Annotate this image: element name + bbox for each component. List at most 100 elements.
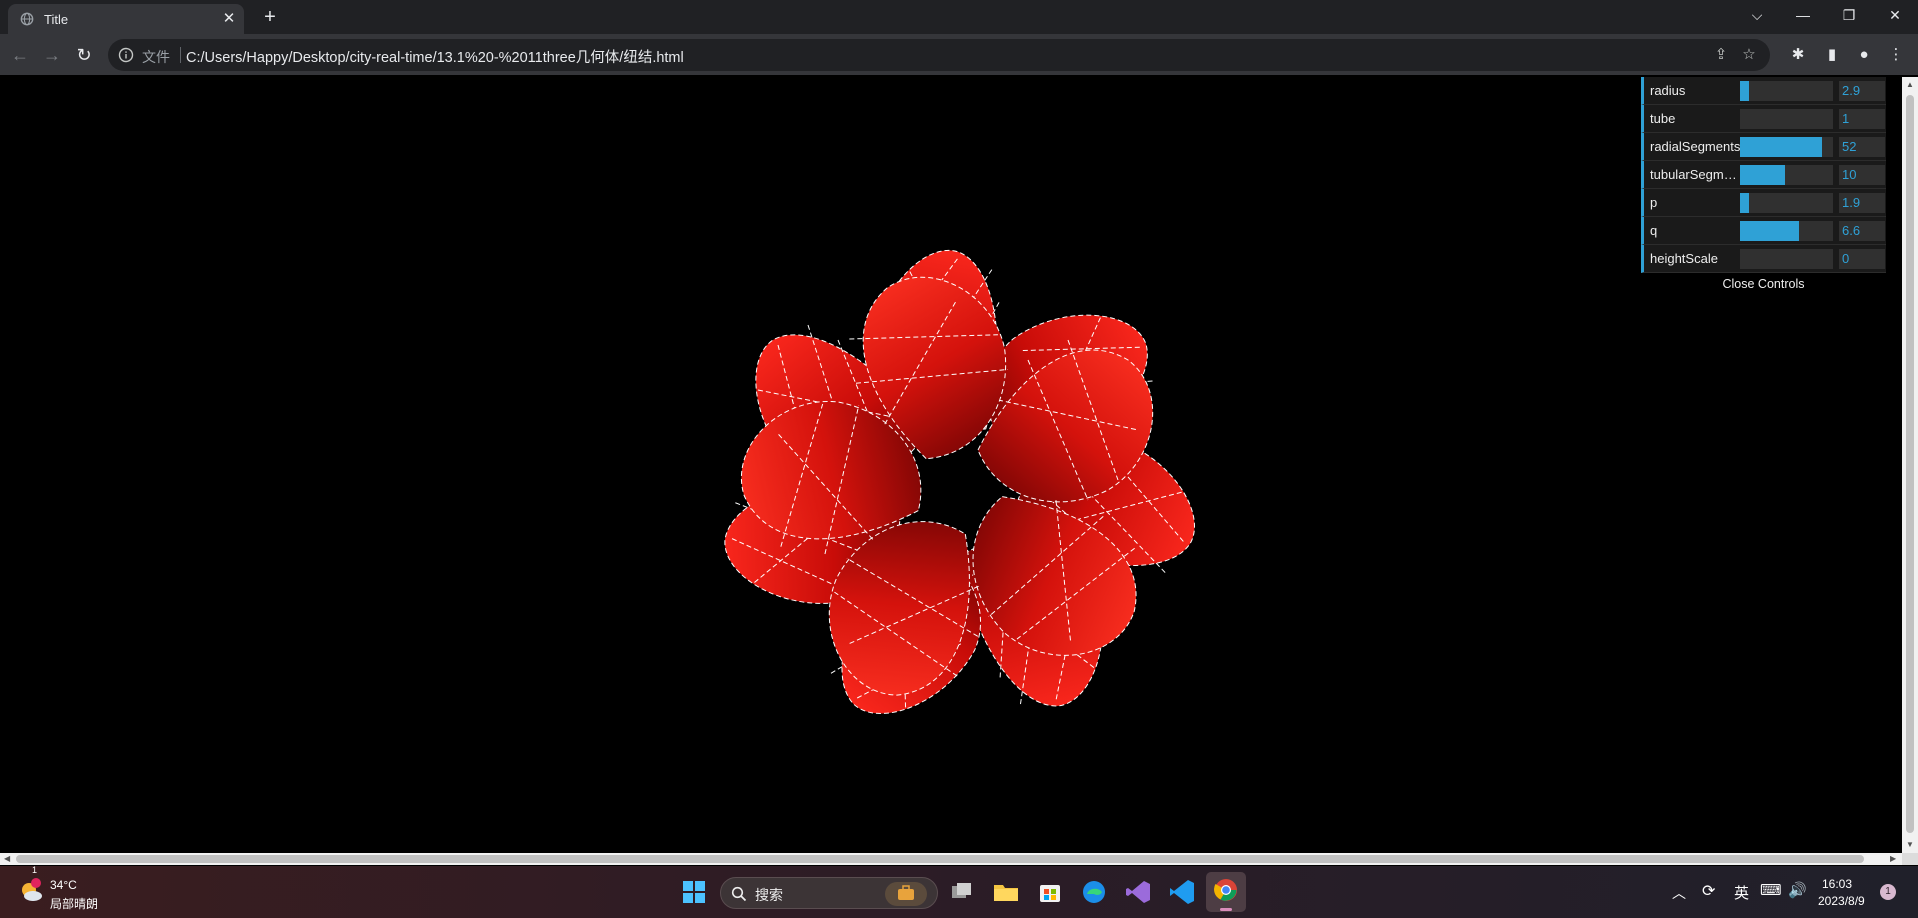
gui-label: tube (1650, 111, 1676, 126)
gui-number-input[interactable]: 2.9 (1839, 81, 1885, 101)
gui-row-q: q 6.6 (1641, 217, 1886, 245)
gui-label: heightScale (1650, 251, 1718, 266)
windows-taskbar: 1 34°C 局部晴朗 搜索 ︿ ⟳ 英 ⌨ 🔊 16:03 2023/8/9 … (0, 865, 1918, 918)
address-separator (180, 47, 181, 63)
gui-label: radius (1650, 83, 1686, 98)
gui-row-tube: tube 1 (1641, 105, 1886, 133)
active-indicator (1220, 908, 1232, 911)
file-explorer-icon[interactable] (990, 876, 1022, 908)
weather-temp: 34°C (50, 878, 77, 892)
gui-label: radialSegments (1650, 139, 1741, 154)
windows-start-icon[interactable] (678, 876, 710, 908)
weather-description: 局部晴朗 (50, 897, 99, 911)
globe-icon (20, 12, 34, 26)
sun-cloud-icon (22, 878, 42, 901)
gui-slider[interactable] (1740, 249, 1833, 269)
chrome-taskbar-button[interactable] (1206, 872, 1246, 912)
clock-date[interactable]: 2023/8/9 (1818, 894, 1865, 908)
address-url[interactable]: C:/Users/Happy/Desktop/city-real-time/13… (186, 46, 684, 67)
gui-row-tubularsegments: tubularSegments 10 (1641, 161, 1886, 189)
briefcase-icon (885, 882, 927, 906)
gui-number-input[interactable]: 1 (1839, 109, 1885, 129)
tab-close-icon[interactable]: ✕ (220, 10, 238, 28)
close-controls-button[interactable]: Close Controls (1641, 273, 1886, 295)
notification-badge[interactable]: 1 (1880, 884, 1896, 900)
gui-slider-fill (1740, 193, 1750, 213)
task-view-icon[interactable] (946, 876, 978, 908)
profile-avatar-icon[interactable]: ● (1854, 45, 1874, 65)
gui-number-input[interactable]: 52 (1839, 137, 1885, 157)
info-icon[interactable] (118, 47, 134, 63)
gui-number-input[interactable]: 0 (1839, 249, 1885, 269)
address-scheme: 文件 (142, 49, 170, 65)
horizontal-scroll-thumb[interactable] (16, 855, 1864, 863)
gui-slider-fill (1740, 221, 1799, 241)
vertical-scrollbar[interactable]: ▲ ▼ (1902, 77, 1918, 853)
visual-studio-icon[interactable] (1122, 876, 1154, 908)
browser-toolbar: ← → ↻ 文件 C:/Users/Happy/Desktop/city-rea… (0, 34, 1918, 76)
clock-time[interactable]: 16:03 (1822, 877, 1852, 891)
torus-knot-mesh (702, 228, 1213, 728)
vertical-scroll-thumb[interactable] (1906, 95, 1914, 833)
gui-slider-fill (1740, 137, 1822, 157)
horizontal-scrollbar[interactable]: ◀ ▶ (0, 853, 1902, 865)
torus-knot-canvas[interactable] (0, 77, 1902, 853)
gui-slider[interactable] (1740, 137, 1833, 157)
forward-button[interactable]: → (40, 43, 64, 67)
gui-number-input[interactable]: 6.6 (1839, 221, 1885, 241)
network-icon[interactable]: ⌨ (1760, 881, 1782, 899)
address-bar[interactable]: 文件 C:/Users/Happy/Desktop/city-real-time… (108, 39, 1770, 71)
taskbar-search[interactable]: 搜索 (720, 877, 938, 909)
scrollbar-corner (1902, 853, 1918, 865)
search-label: 搜索 (755, 887, 783, 903)
minimize-button[interactable]: — (1780, 0, 1826, 30)
share-icon[interactable]: ⇪ (1712, 46, 1730, 64)
gui-row-heightscale: heightScale 0 (1641, 245, 1886, 273)
edge-browser-icon[interactable] (1078, 876, 1110, 908)
scroll-left-icon[interactable]: ◀ (4, 853, 10, 865)
browser-tab[interactable]: Title ✕ (8, 4, 244, 34)
scroll-down-icon[interactable]: ▼ (1906, 839, 1914, 851)
gui-slider[interactable] (1740, 81, 1833, 101)
page-viewport: radius 2.9 tube 1 radialSegments 52 tubularSeg… (0, 77, 1902, 853)
back-button[interactable]: ← (8, 43, 32, 67)
search-icon (731, 886, 747, 902)
gui-slider[interactable] (1740, 221, 1833, 241)
gui-label: p (1650, 195, 1658, 210)
volume-icon[interactable]: 🔊 (1788, 881, 1807, 899)
microsoft-store-icon[interactable] (1034, 876, 1066, 908)
chrome-icon (1214, 879, 1237, 901)
weather-badge: 1 (32, 865, 38, 875)
gui-slider[interactable] (1740, 165, 1833, 185)
tab-title: Title (44, 12, 69, 27)
gui-controls: radius 2.9 tube 1 radialSegments 52 tubularSeg… (1641, 77, 1886, 273)
restore-button[interactable]: ❐ (1826, 0, 1872, 30)
bookmark-star-icon[interactable]: ☆ (1740, 46, 1758, 64)
extensions-icon[interactable]: ✱ (1788, 45, 1808, 65)
menu-kebab-icon[interactable]: ⋮ (1886, 45, 1906, 65)
chevron-up-icon[interactable]: ︿ (1672, 883, 1686, 903)
gui-number-input[interactable]: 10 (1839, 165, 1885, 185)
reload-button[interactable]: ↻ (72, 43, 96, 67)
gui-slider[interactable] (1740, 109, 1833, 129)
ime-indicator[interactable]: 英 (1734, 882, 1749, 903)
gui-row-radius: radius 2.9 (1641, 77, 1886, 105)
vscode-icon[interactable] (1166, 876, 1198, 908)
new-tab-button[interactable]: + (258, 6, 282, 30)
gui-slider-fill (1740, 165, 1785, 185)
gui-label: tubularSegments (1650, 167, 1742, 182)
dat-gui-panel: radius 2.9 tube 1 radialSegments 52 tubularSeg… (1641, 77, 1886, 295)
close-window-button[interactable]: ✕ (1872, 0, 1918, 30)
gui-number-input[interactable]: 1.9 (1839, 193, 1885, 213)
gui-slider-fill (1740, 81, 1750, 101)
gui-slider[interactable] (1740, 193, 1833, 213)
sync-icon[interactable]: ⟳ (1702, 881, 1715, 901)
gui-label: q (1650, 223, 1658, 238)
scroll-up-icon[interactable]: ▲ (1906, 79, 1914, 91)
side-panel-icon[interactable]: ▮ (1822, 45, 1842, 65)
scroll-right-icon[interactable]: ▶ (1890, 853, 1896, 865)
tab-search-button[interactable]: ⌵ (1734, 0, 1780, 30)
tab-strip: Title ✕ + ⌵ — ❐ ✕ (0, 0, 1918, 34)
gui-row-p: p 1.9 (1641, 189, 1886, 217)
gui-row-radialsegments: radialSegments 52 (1641, 133, 1886, 161)
